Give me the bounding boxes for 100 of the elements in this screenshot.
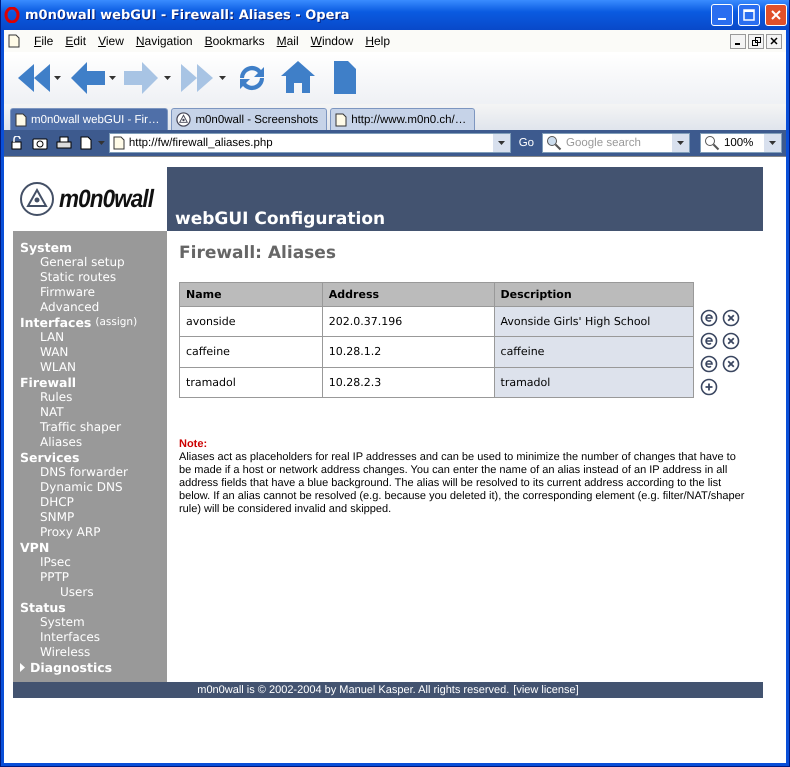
nav-link[interactable]: Wireless [20, 645, 167, 660]
menu-item[interactable]: Window [304, 34, 360, 48]
menu-item[interactable]: Mail [270, 34, 305, 48]
nav-section-heading: VPN [20, 540, 50, 555]
app-icon [4, 7, 20, 23]
nav-link[interactable]: Dynamic DNS [20, 480, 167, 495]
expander-icon [20, 663, 26, 672]
table-cell: 10.28.1.2 [322, 336, 494, 368]
menu-item[interactable]: Edit [59, 34, 92, 48]
table-cell: caffeine [494, 336, 694, 368]
browser-tab[interactable]: m0n0wall - Screenshots [171, 108, 328, 130]
search-icon [546, 135, 562, 151]
nav-link[interactable]: Firmware [20, 285, 167, 300]
page-title: Firewall: Aliases [179, 243, 337, 263]
menu-item[interactable]: Navigation [130, 34, 199, 48]
caret-icon [677, 141, 684, 145]
table-cell: Avonside Girls' High School [494, 306, 694, 337]
nav-section-heading: System [20, 240, 74, 255]
edit-icon[interactable] [700, 308, 718, 326]
nav-link[interactable]: Interfaces [20, 630, 167, 645]
dropdown-button[interactable] [672, 134, 690, 152]
table-cell: tramadol [180, 367, 322, 398]
close-button[interactable] [766, 34, 782, 48]
table-cell: 202.0.37.196 [322, 306, 494, 337]
search-field[interactable]: Google search [566, 137, 668, 149]
edit-icon[interactable] [700, 332, 718, 350]
caret-icon [498, 141, 505, 145]
go-button[interactable]: Go [514, 137, 538, 149]
banner-title: webGUI Configuration [175, 209, 386, 229]
restore-button[interactable] [748, 34, 764, 48]
nav-section-heading: Firewall [20, 375, 78, 390]
note-text: Aliases act as placeholders for real IP addresses and can be used to minimize the number of changes that have to be made if a host or network address changes. You can enter the name of an alias instead of an IP address in all address fields that have a blue background. The alias will be resolved to its current address according to the list below. If an alias cannot be resolved (e.g. because you deleted it), the corresponding element (e.g. filter/NAT/shaper rule) will be considered invalid and skipped. [179, 451, 746, 516]
page-icon [15, 112, 27, 126]
minimize-button[interactable] [730, 34, 746, 48]
caret-icon [769, 141, 776, 145]
page-icon [335, 112, 348, 126]
zoom-field[interactable]: 100% [724, 137, 760, 149]
caret-icon [98, 141, 105, 145]
maximize-button[interactable] [738, 4, 760, 26]
nav-link[interactable]: Static routes [20, 270, 167, 285]
dropdown-button[interactable] [764, 134, 781, 152]
caret-icon [164, 76, 171, 80]
document-icon [8, 34, 20, 48]
caret-icon [219, 76, 226, 80]
page-icon [112, 136, 125, 150]
column-header: Address [322, 282, 494, 306]
license-link[interactable]: [view license] [513, 684, 579, 696]
delete-icon[interactable] [722, 332, 740, 350]
nav-section-toggle[interactable]: Diagnostics [20, 660, 167, 675]
nav-link[interactable]: Proxy ARP [20, 525, 167, 540]
nav-link[interactable]: PPTP [20, 570, 167, 585]
nav-link[interactable]: DNS forwarder [20, 465, 167, 480]
assign-link[interactable]: (assign) [95, 315, 138, 330]
logo-text: m0n0wall [59, 184, 154, 214]
table-cell: tramadol [494, 367, 694, 398]
delete-icon[interactable] [722, 308, 740, 326]
add-icon[interactable] [700, 378, 718, 396]
restore-icon [752, 36, 760, 46]
nav-link[interactable]: Advanced [20, 300, 167, 315]
table-cell: 10.28.2.3 [322, 367, 494, 398]
window-title: m0n0wall webGUI - Firewall: Aliases - Opera [25, 8, 351, 22]
menu-item[interactable]: Help [359, 34, 396, 48]
nav-link[interactable]: Traffic shaper [20, 420, 167, 435]
search-box[interactable]: Google search [542, 133, 690, 153]
printer-icon[interactable] [54, 136, 74, 150]
nav-link[interactable]: Users [20, 585, 167, 600]
nav-link[interactable]: WLAN [20, 360, 167, 375]
nav-link[interactable]: DHCP [20, 495, 167, 510]
address-bar[interactable]: http://fw/firewall_aliases.php [108, 133, 511, 153]
nav-section-heading: Interfaces [20, 315, 92, 330]
address-field[interactable]: http://fw/firewall_aliases.php [128, 137, 489, 149]
camera-icon[interactable] [30, 136, 50, 150]
close-icon [770, 9, 782, 21]
menu-item[interactable]: View [92, 34, 130, 48]
edit-icon[interactable] [700, 354, 718, 372]
logo-icon [176, 112, 192, 127]
dropdown-button[interactable] [492, 134, 510, 152]
menu-item[interactable]: File [28, 34, 60, 48]
browser-tab[interactable]: http://www.m0n0.ch/… [330, 108, 476, 130]
menu-item[interactable]: Bookmarks [198, 34, 271, 48]
delete-icon[interactable] [722, 354, 740, 372]
nav-link[interactable]: Aliases [20, 435, 167, 450]
zoom-icon [704, 135, 720, 151]
close-icon [770, 37, 778, 45]
browser-tab[interactable]: m0n0wall webGUI - Fir… [10, 108, 168, 130]
nav-link[interactable]: IPsec [20, 555, 167, 570]
note-label: Note: [179, 438, 208, 451]
column-header: Description [494, 282, 694, 306]
caret-icon [54, 76, 61, 80]
nav-link[interactable]: WAN [20, 345, 167, 360]
nav-link[interactable]: LAN [20, 330, 167, 345]
nav-link[interactable]: Rules [20, 390, 167, 405]
nav-link[interactable]: General setup [20, 255, 167, 270]
nav-link[interactable]: SNMP [20, 510, 167, 525]
zoom-box[interactable]: 100% [700, 133, 782, 153]
nav-link[interactable]: System [20, 615, 167, 630]
table-cell: avonside [180, 306, 322, 337]
nav-link[interactable]: NAT [20, 405, 167, 420]
page-icon[interactable] [78, 136, 94, 150]
maximize-icon [743, 9, 755, 21]
